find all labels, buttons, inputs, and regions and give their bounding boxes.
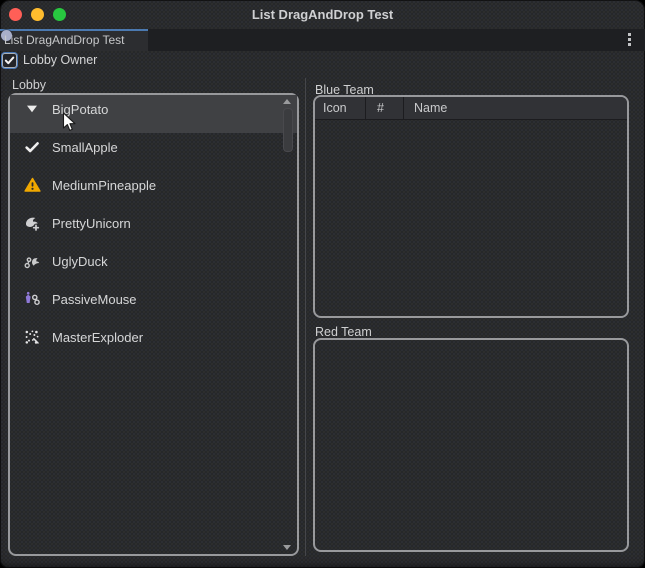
item-name: PrettyUnicorn (52, 216, 131, 231)
tab-bar: List DragAndDrop Test (0, 29, 645, 51)
red-team-list[interactable] (313, 338, 629, 552)
column-header-name: Name (404, 97, 627, 119)
pane-menu-kebab-icon[interactable] (624, 33, 634, 47)
unicorn-icon (23, 214, 41, 232)
mouse-icon (23, 290, 41, 308)
item-name: PassiveMouse (52, 292, 137, 307)
duck-icon (23, 252, 41, 270)
column-header-number: # (366, 97, 404, 119)
list-item[interactable]: MasterExploder (10, 323, 297, 361)
lobby-owner-label: Lobby Owner (23, 53, 97, 67)
scroll-up-icon[interactable] (283, 99, 291, 104)
exploder-icon (23, 328, 41, 346)
list-item[interactable]: BigPotato (10, 95, 297, 133)
red-team-label: Red Team (315, 325, 372, 339)
lobby-owner-toggle[interactable]: Lobby Owner (2, 52, 97, 68)
scrollbar-thumb[interactable] (283, 108, 293, 152)
blue-team-header: Icon # Name (315, 97, 627, 120)
list-item[interactable]: UglyDuck (10, 247, 297, 285)
column-header-icon: Icon (315, 97, 366, 119)
tab-label: List DragAndDrop Test (4, 33, 125, 47)
pane-divider[interactable] (305, 78, 306, 556)
warning-icon (23, 176, 41, 194)
item-name: UglyDuck (52, 254, 108, 269)
list-item[interactable]: PassiveMouse (10, 285, 297, 323)
scroll-down-icon[interactable] (283, 545, 291, 550)
triangle-down-icon (23, 100, 41, 118)
tab-list-draganddrop-test[interactable]: List DragAndDrop Test (0, 29, 148, 51)
app-window: List DragAndDrop Test List DragAndDrop T… (0, 0, 645, 568)
lobby-list[interactable]: BigPotato SmallApple (8, 93, 299, 556)
title-bar[interactable]: List DragAndDrop Test (0, 0, 645, 29)
window-title: List DragAndDrop Test (0, 0, 645, 29)
list-item[interactable]: MediumPineapple (10, 171, 297, 209)
item-name: BigPotato (52, 102, 108, 117)
list-item[interactable]: PrettyUnicorn (10, 209, 297, 247)
lobby-label: Lobby (12, 78, 46, 92)
list-item[interactable]: SmallApple (10, 133, 297, 171)
item-name: SmallApple (52, 140, 118, 155)
item-name: MediumPineapple (52, 178, 156, 193)
item-name: MasterExploder (52, 330, 143, 345)
blue-team-list[interactable]: Icon # Name (313, 95, 629, 318)
checkmark-icon (23, 138, 41, 156)
checkbox-checked-icon[interactable] (2, 53, 17, 68)
